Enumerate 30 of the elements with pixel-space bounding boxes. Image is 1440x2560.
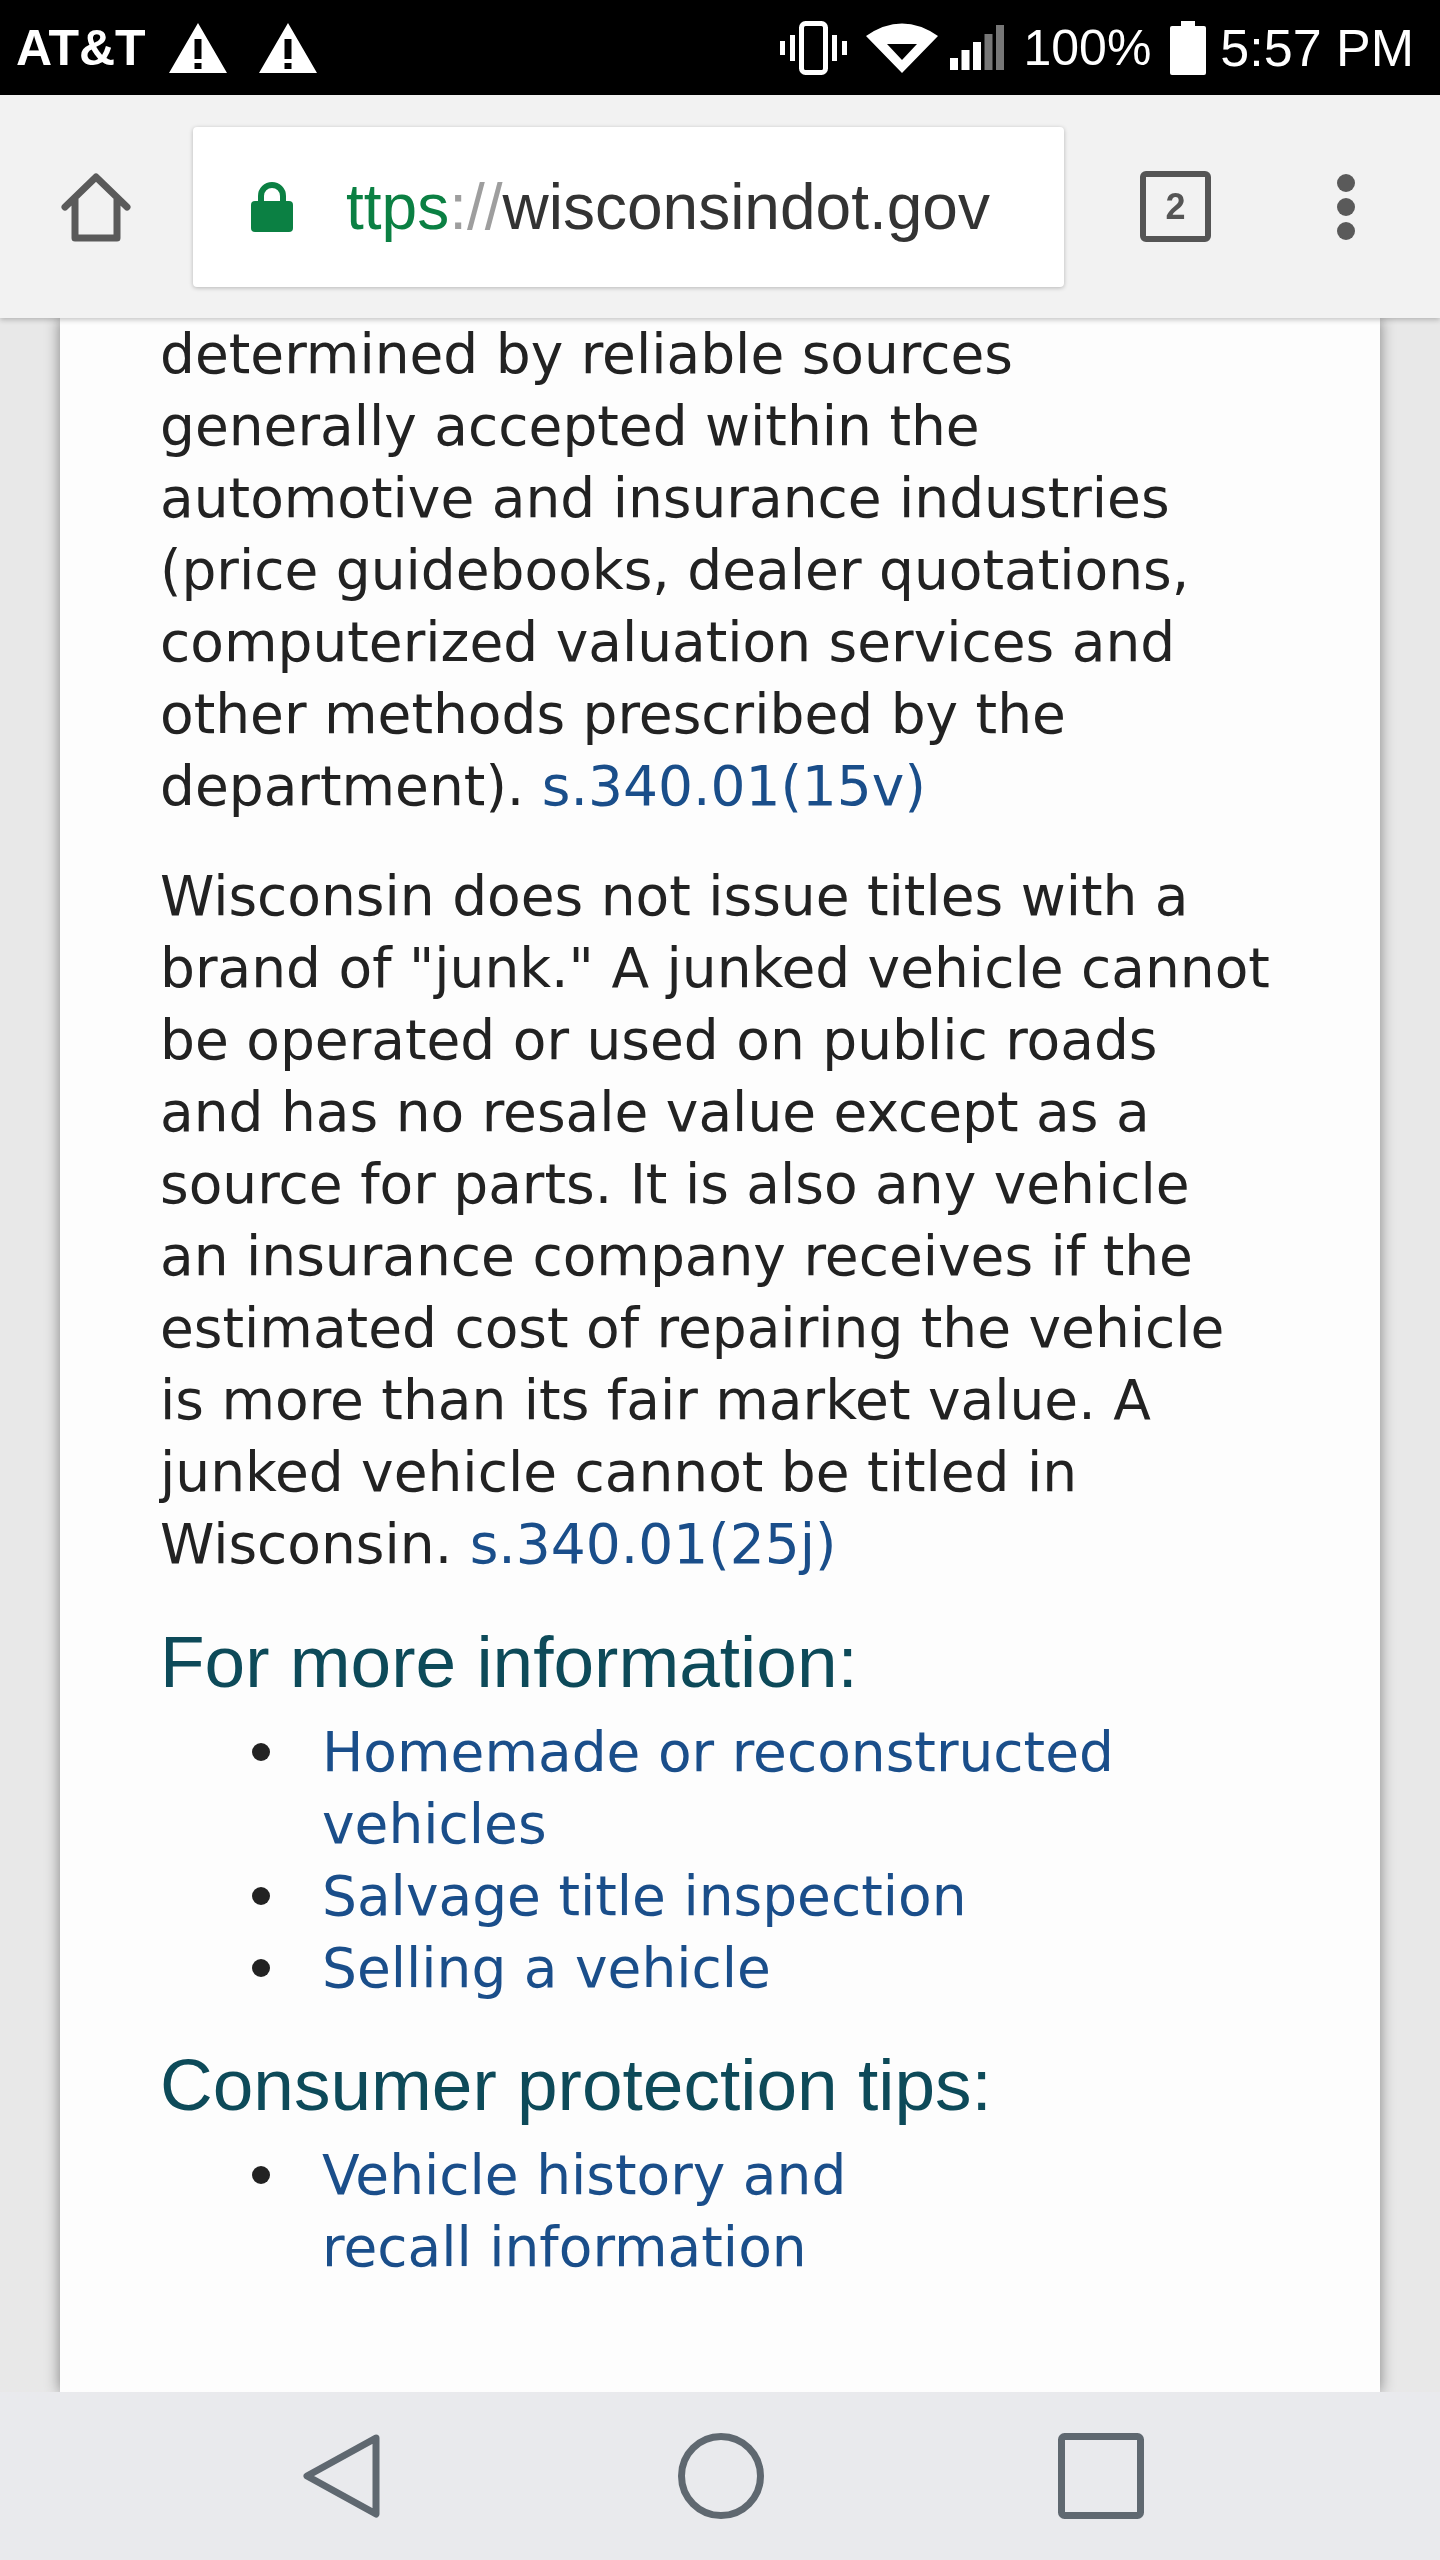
related-link[interactable]: Homemade or reconstructed vehicles — [322, 1716, 1275, 1860]
home-icon[interactable] — [60, 170, 132, 243]
bullet-icon — [252, 2166, 270, 2184]
warning-icon — [167, 21, 228, 74]
bullet-icon — [252, 1743, 270, 1761]
address-field[interactable]: ttps://wisconsindot.gov — [193, 126, 1064, 287]
signal-icon — [950, 25, 1006, 70]
battery-icon — [1170, 20, 1207, 75]
body-paragraph: determined by reliable sources generally accepted within the automotive and insurance industries (price guidebooks, dealer quotations, computerized valuation services and other methods prescribed by the department). s.340.01(15v) — [160, 321, 1191, 820]
section-heading: Consumer protection tips: — [160, 2043, 993, 2127]
related-link[interactable]: Salvage title inspection — [322, 1860, 967, 1932]
vibrate-icon — [779, 20, 849, 75]
body-paragraph: Wisconsin does not issue titles with a brand of "junk." A junked vehicle cannot be operated or used on public roads and has no resale value except as a source for parts. It is also any vehicle an insurance company receives if the estimated cost of repairing the vehicle is more than its fair market value. A junked vehicle cannot be titled in Wisconsin. s.340.01(25j) — [160, 863, 1271, 1578]
wifi-icon — [866, 22, 939, 73]
carrier-name: AT&T — [16, 22, 146, 73]
home-icon[interactable] — [678, 2433, 764, 2519]
menu-icon[interactable] — [1337, 173, 1355, 240]
citation-link[interactable]: s.340.01(25j) — [469, 1512, 837, 1576]
related-link[interactable]: Selling a vehicle — [322, 1932, 771, 2004]
battery-percentage: 100% — [1023, 22, 1152, 73]
tab-switcher-button[interactable]: 2 — [1140, 171, 1211, 242]
warning-icon — [257, 21, 318, 74]
bullet-icon — [252, 1959, 270, 1977]
related-link[interactable]: Vehicle history and recall information — [322, 2139, 962, 2283]
citation-link[interactable]: s.340.01(15v) — [541, 754, 926, 818]
clock-time: 5:57 PM — [1220, 21, 1414, 74]
section-heading: For more information: — [160, 1620, 859, 1704]
recent-apps-icon[interactable] — [1058, 2433, 1144, 2519]
back-icon[interactable] — [302, 2434, 380, 2518]
bullet-icon — [252, 1887, 270, 1905]
